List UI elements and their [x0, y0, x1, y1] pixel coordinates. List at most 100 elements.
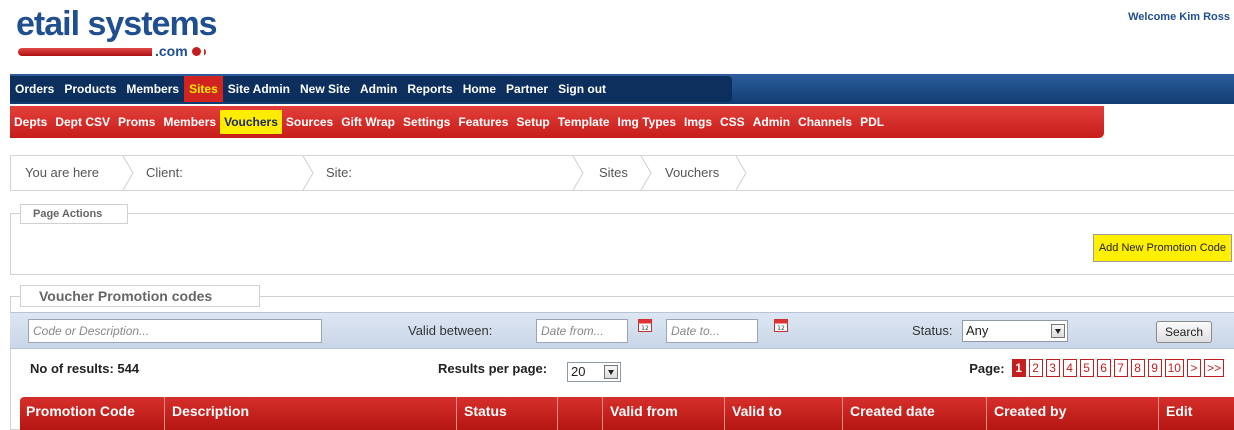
subnav-pdl[interactable]: PDL [856, 110, 888, 134]
secondary-nav: Depts Dept CSV Proms Members Vouchers So… [10, 106, 1234, 140]
breadcrumb-vouchers[interactable]: Vouchers [665, 156, 719, 190]
code-search-input[interactable]: Code or Description... [28, 319, 322, 343]
primary-nav: Orders Products Members Sites Site Admin… [10, 74, 1234, 104]
breadcrumb-separator-icon [572, 156, 584, 190]
welcome-message: Welcome Kim Ross [1128, 11, 1230, 23]
status-label: Status: [912, 323, 953, 338]
subnav-dept-csv[interactable]: Dept CSV [51, 110, 114, 134]
breadcrumb-you-are-here: You are here [25, 165, 99, 180]
column-valid-to[interactable]: Valid to [732, 397, 782, 430]
nav-reports[interactable]: Reports [402, 76, 457, 102]
page-link-1[interactable]: 1 [1011, 359, 1026, 377]
subnav-setup[interactable]: Setup [512, 110, 553, 134]
page-link-10[interactable]: 10 [1164, 359, 1184, 377]
subnav-settings[interactable]: Settings [399, 110, 454, 134]
logo-dot-icon [191, 47, 201, 56]
breadcrumb-separator-icon [640, 156, 652, 190]
subnav-css[interactable]: CSS [716, 110, 749, 134]
date-from-input[interactable]: Date from... [536, 319, 628, 343]
column-divider [1158, 397, 1159, 430]
calendar-badge: 12 [777, 325, 785, 332]
page-link-7[interactable]: 7 [1113, 359, 1128, 377]
subnav-proms[interactable]: Proms [114, 110, 159, 134]
breadcrumb-separator-icon [302, 156, 314, 190]
chevron-down-icon [1051, 324, 1065, 338]
secondary-nav-list: Depts Dept CSV Proms Members Vouchers So… [10, 110, 888, 134]
subnav-depts[interactable]: Depts [10, 110, 51, 134]
subnav-members[interactable]: Members [159, 110, 220, 134]
nav-admin[interactable]: Admin [355, 76, 402, 102]
nav-site-admin[interactable]: Site Admin [223, 76, 295, 102]
voucher-table-header: Promotion Code Description Status Valid … [20, 397, 1234, 430]
page-link-6[interactable]: 6 [1096, 359, 1111, 377]
subnav-admin[interactable]: Admin [749, 110, 794, 134]
page-link-4[interactable]: 4 [1062, 359, 1077, 377]
nav-home[interactable]: Home [458, 76, 501, 102]
results-count: No of results: 544 [30, 361, 140, 376]
nav-new-site[interactable]: New Site [295, 76, 355, 102]
page-link-2[interactable]: 2 [1028, 359, 1043, 377]
column-description[interactable]: Description [172, 397, 249, 430]
subnav-sources[interactable]: Sources [282, 110, 337, 134]
voucher-codes-legend: Voucher Promotion codes [20, 285, 260, 307]
calendar-icon[interactable]: 12 [638, 318, 652, 332]
subnav-img-types[interactable]: Img Types [614, 110, 680, 134]
breadcrumb-client[interactable]: Client: [146, 156, 183, 190]
status-select-value: Any [966, 323, 989, 338]
search-button[interactable]: Search [1155, 321, 1212, 343]
logo-suffix-text: .com [155, 43, 188, 59]
page-link-9[interactable]: 9 [1147, 359, 1162, 377]
subnav-vouchers[interactable]: Vouchers [220, 110, 282, 134]
add-promotion-code-button[interactable]: Add New Promotion Code [1092, 234, 1232, 262]
page-next-button[interactable]: > [1186, 359, 1201, 377]
column-divider [164, 397, 165, 430]
nav-orders[interactable]: Orders [10, 76, 59, 102]
column-divider [842, 397, 843, 430]
page-link-5[interactable]: 5 [1079, 359, 1094, 377]
subnav-template[interactable]: Template [554, 110, 614, 134]
subnav-imgs[interactable]: Imgs [680, 110, 716, 134]
nav-partner[interactable]: Partner [501, 76, 553, 102]
column-divider [724, 397, 725, 430]
chevron-down-icon [604, 365, 618, 379]
page-link-8[interactable]: 8 [1130, 359, 1145, 377]
breadcrumb: You are here Client: Site: Sites Voucher… [10, 155, 1234, 191]
logo-wordmark: etail systems [16, 5, 218, 43]
column-created-date[interactable]: Created date [850, 397, 935, 430]
date-to-input[interactable]: Date to... [666, 319, 758, 343]
page-actions-legend: Page Actions [20, 204, 128, 224]
nav-sites[interactable]: Sites [184, 76, 223, 102]
breadcrumb-separator-icon [122, 156, 134, 190]
nav-products[interactable]: Products [59, 76, 121, 102]
page-label: Page: [969, 360, 1005, 376]
column-divider [602, 397, 603, 430]
etail-logo[interactable]: etail systems .com [16, 4, 236, 64]
column-status[interactable]: Status [464, 397, 507, 430]
status-select[interactable]: Any [962, 320, 1068, 342]
column-created-by[interactable]: Created by [994, 397, 1066, 430]
calendar-badge: 12 [641, 325, 649, 332]
page-last-button[interactable]: >> [1203, 359, 1224, 377]
column-divider [456, 397, 457, 430]
column-valid-from[interactable]: Valid from [610, 397, 678, 430]
results-per-page-label: Results per page: [438, 361, 548, 376]
column-promotion-code[interactable]: Promotion Code [26, 397, 135, 430]
page-actions-panel [10, 213, 1234, 275]
column-edit[interactable]: Edit [1166, 397, 1192, 430]
column-divider [986, 397, 987, 430]
page-link-3[interactable]: 3 [1045, 359, 1060, 377]
primary-nav-list: Orders Products Members Sites Site Admin… [10, 76, 611, 102]
breadcrumb-site[interactable]: Site: [326, 156, 352, 190]
breadcrumb-sites[interactable]: Sites [599, 156, 628, 190]
breadcrumb-separator-icon [735, 156, 747, 190]
valid-between-label: Valid between: [408, 323, 493, 338]
nav-members[interactable]: Members [121, 76, 184, 102]
calendar-icon[interactable]: 12 [774, 318, 788, 332]
subnav-features[interactable]: Features [454, 110, 512, 134]
pagination: Page: 1 2 3 4 5 6 7 8 9 10 > >> [969, 359, 1224, 377]
subnav-channels[interactable]: Channels [794, 110, 856, 134]
results-per-page-select[interactable]: 20 [567, 362, 621, 382]
nav-sign-out[interactable]: Sign out [553, 76, 611, 102]
logo-domain: .com [152, 42, 204, 60]
subnav-gift-wrap[interactable]: Gift Wrap [337, 110, 399, 134]
